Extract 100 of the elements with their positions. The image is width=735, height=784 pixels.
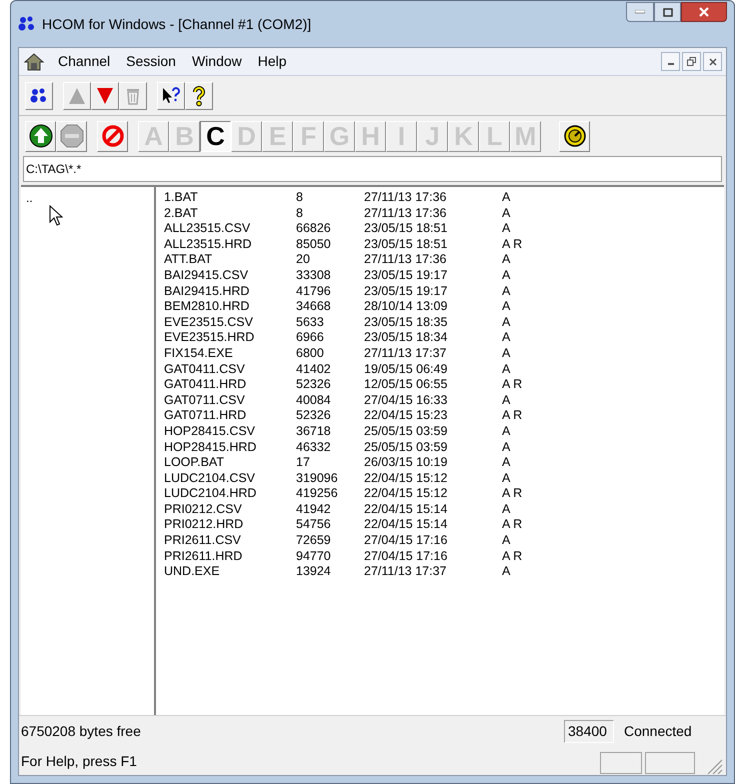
file-name: LOOP.BAT [164,455,224,470]
file-date: 27/11/13 17:37 [364,564,446,578]
file-date: 25/05/15 03:59 [364,440,448,454]
file-attributes: A R [502,236,522,251]
minimize-button[interactable] [626,2,654,22]
file-name: BAI29415.CSV [164,268,248,282]
connect-button[interactable] [25,120,56,152]
file-attributes: A [502,206,510,220]
child-close-button[interactable] [703,52,722,71]
minimize-icon [668,63,674,65]
file-date: 23/05/15 19:17 [364,268,448,282]
file-name: HOP28415.HRD [164,440,256,454]
file-name: BEM2810.HRD [164,299,250,314]
file-attributes: A [502,268,510,282]
window-title: HCOM for Windows - [Channel #1 (COM2)] [42,14,312,34]
file-date: 28/10/14 13:09 [364,299,448,314]
up-triangle-icon [67,86,87,106]
file-date: 27/04/15 17:16 [364,548,448,563]
maximize-icon [662,8,672,16]
menu-item[interactable]: Session [119,51,183,72]
file-attributes: A R [502,377,522,392]
close-button[interactable] [681,2,727,22]
file-date: 27/11/13 17:36 [364,252,446,266]
stop-sign-icon [60,124,84,148]
file-attributes: A [502,564,510,578]
cursor-icon [49,205,63,227]
connection-status: Connected [623,722,693,741]
file-name: FIX154.EXE [164,346,233,360]
file-name: GAT0411.HRD [164,377,246,392]
path-field[interactable]: C:\TAG\*.* [23,156,722,182]
status-panel [600,752,642,774]
child-minimize-button[interactable] [661,52,680,71]
file-size: 6966 [296,330,324,344]
maximize-button[interactable] [654,2,681,22]
file-size: 34668 [296,299,331,314]
file-attributes: A [502,299,510,314]
file-size: 8 [296,206,303,220]
file-name: PRI0212.CSV [164,502,242,516]
file-attributes: A [502,440,510,454]
file-size: 46332 [296,440,331,454]
file-date: 22/04/15 15:12 [364,486,448,500]
file-size: 41942 [296,502,331,516]
child-restore-button[interactable] [682,52,701,71]
file-name: ALL23515.CSV [164,221,250,236]
paws-button[interactable] [25,82,53,110]
help-text: For Help, press F1 [21,752,137,771]
file-date: 23/05/15 18:51 [364,236,448,251]
file-size: 40084 [296,392,331,407]
file-date: 22/04/15 15:23 [364,408,448,422]
file-size: 5633 [296,314,324,329]
file-size: 36718 [296,424,331,438]
file-attributes: A [502,284,510,298]
file-attributes: A R [502,548,522,563]
file-size: 20 [296,252,310,266]
file-name: GAT0411.CSV [164,362,245,376]
file-size: 13924 [296,564,331,578]
file-attributes: A [502,252,510,266]
file-date: 27/11/13 17:36 [364,190,446,204]
app-icon [18,15,36,33]
file-attributes: A R [502,486,522,500]
file-attributes: A R [502,517,522,532]
file-date: 23/05/15 18:51 [364,221,448,236]
file-attributes: A [502,455,510,470]
file-attributes: A [502,330,510,344]
file-attributes: A R [502,408,522,422]
settings-button[interactable] [559,120,590,152]
down-triangle-icon [95,86,115,106]
file-name: PRI2611.HRD [164,548,242,563]
folder-item[interactable]: .. [26,191,33,205]
file-name: HOP28415.CSV [164,424,256,438]
minimize-icon [635,10,645,14]
whats-this-button[interactable] [157,82,185,110]
gauge-icon [564,125,586,147]
help-button[interactable] [185,82,213,110]
file-name: EVE23515.CSV [164,314,253,329]
file-attributes: A [502,470,510,485]
file-name: ALL23515.HRD [164,236,252,251]
file-name: LUDC2104.CSV [164,470,256,485]
file-size: 41796 [296,284,331,298]
down-button[interactable] [91,82,119,110]
file-name: 1.BAT [164,190,198,204]
menu-item[interactable]: Window [184,51,249,72]
menu-item[interactable]: Channel [51,51,118,72]
drive-button[interactable]: C [200,120,231,152]
no-entry-icon [100,124,124,148]
help-pointer-icon [161,86,181,106]
house-icon[interactable] [23,52,45,72]
menu-item[interactable]: Help [250,51,294,72]
file-date: 12/05/15 06:55 [364,377,448,392]
close-icon [699,7,709,17]
file-size: 8 [296,190,303,204]
restore-icon [687,57,696,66]
file-attributes: A [502,424,510,438]
file-attributes: A [502,221,510,236]
file-name: ATT.BAT [164,252,212,266]
file-size: 419256 [296,486,338,500]
cancel-button[interactable] [97,120,128,152]
file-size: 85050 [296,236,331,251]
file-size: 66826 [296,221,331,236]
file-name: BAI29415.HRD [164,284,250,298]
